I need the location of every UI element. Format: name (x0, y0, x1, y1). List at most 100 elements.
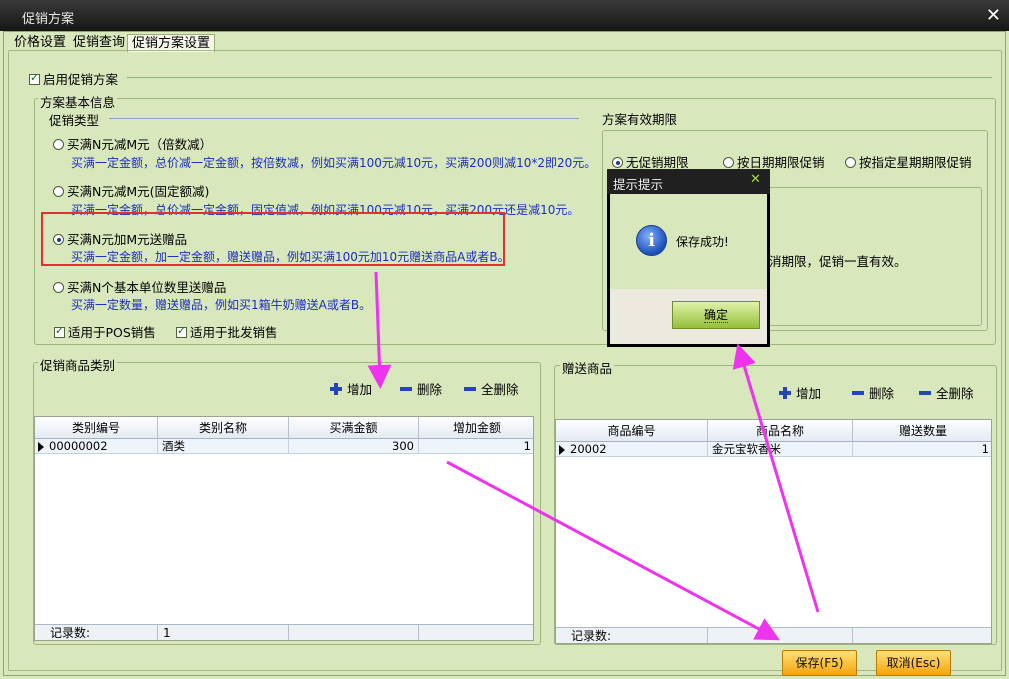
validity-option-week[interactable]: 按指定星期期限促销 (845, 152, 972, 171)
footer-cell (708, 628, 853, 643)
grid-footer: 记录数: (556, 627, 991, 643)
checkbox-checked-icon[interactable] (176, 324, 187, 338)
category-panel-title: 促销商品类别 (38, 355, 118, 374)
button-label: 全删除 (936, 386, 974, 401)
record-count-value: 1 (158, 625, 289, 640)
apply-pos-label: 适用于POS销售 (68, 325, 156, 340)
radio-icon[interactable] (53, 139, 64, 150)
dialog-title: 提示提示 (613, 177, 664, 192)
record-count-label: 记录数: (45, 625, 158, 640)
plus-icon (779, 386, 791, 399)
title-bar[interactable]: 促销方案 ✕ (0, 0, 1009, 31)
cell-name[interactable]: 金元宝软香米 (708, 442, 853, 457)
gift-delete-all-button[interactable]: 全删除 (919, 383, 974, 402)
radio-selected-icon[interactable] (612, 157, 623, 168)
dialog-title-bar[interactable]: 提示提示 ✕ (607, 169, 770, 194)
dialog-close-icon[interactable]: ✕ (750, 172, 761, 187)
enable-promo-label: 启用促销方案 (43, 72, 119, 87)
grid-header: 商品编号 商品名称 赠送数量 (556, 420, 991, 442)
record-count-label: 记录数: (566, 628, 708, 643)
radio-icon[interactable] (723, 157, 734, 168)
client-area: 价格设置 促销查询 促销方案设置 启用促销方案 方案基本信息 促销类型 买满N元… (3, 31, 1006, 676)
table-row[interactable]: 00000002 酒类 300 1 (35, 439, 533, 454)
minus-icon (464, 386, 476, 391)
button-label: 删除 (417, 382, 443, 397)
dialog-footer: 确定 (610, 289, 767, 344)
minus-icon (852, 390, 864, 395)
category-delete-all-button[interactable]: 全删除 (464, 379, 519, 398)
cancel-button[interactable]: 取消(Esc) (876, 650, 951, 676)
enable-promo-checkbox[interactable]: 启用促销方案 (29, 69, 118, 88)
column-header[interactable]: 类别编号 (35, 417, 158, 439)
promo-option-label: 买满N元减M元（倍数减） (67, 137, 213, 152)
close-icon[interactable]: ✕ (986, 5, 1001, 26)
cell-code[interactable]: 00000002 (45, 439, 158, 454)
promo-option-desc: 买满一定金额，总价减一定金额，按倍数减，例如买满100元减10元，买满200则减… (71, 156, 597, 170)
gift-delete-button[interactable]: 删除 (852, 383, 894, 402)
promo-option-fixed-reduce[interactable]: 买满N元减M元(固定额减) (53, 181, 209, 200)
validity-title: 方案有效期限 (602, 112, 678, 127)
promo-option-label: 买满N个基本单位数里送赠品 (67, 280, 227, 295)
gift-grid[interactable]: 商品编号 商品名称 赠送数量 20002 金元宝软香米 1 记录数: (555, 419, 992, 644)
promo-option-desc: 买满一定金额，总价减一定金额，固定值减，例如买满100元减10元，买满200元还… (71, 203, 580, 217)
column-header[interactable]: 商品名称 (708, 420, 853, 442)
promo-option-multiple-reduce[interactable]: 买满N元减M元（倍数减） (53, 134, 212, 153)
radio-icon[interactable] (53, 186, 64, 197)
apply-pos-checkbox[interactable]: 适用于POS销售 (54, 322, 156, 341)
info-icon: i (636, 225, 667, 256)
checkbox-checked-icon[interactable] (54, 324, 65, 338)
category-delete-button[interactable]: 删除 (400, 379, 442, 398)
info-dialog: 提示提示 ✕ i 保存成功! 确定 (607, 169, 770, 347)
table-row[interactable]: 20002 金元宝软香米 1 (556, 442, 991, 457)
promo-option-desc: 买满一定金额，加一定金额，赠送赠品，例如买满100元加10元赠送商品A或者B。 (71, 250, 510, 264)
button-label: 全删除 (481, 382, 519, 397)
column-header[interactable]: 赠送数量 (853, 420, 991, 442)
save-button[interactable]: 保存(F5) (782, 650, 857, 676)
basic-info-title: 方案基本信息 (38, 92, 118, 111)
cell-add-amount[interactable]: 1 (419, 439, 533, 454)
minus-icon (400, 386, 412, 391)
category-grid[interactable]: 类别编号 类别名称 买满金额 增加金额 00000002 酒类 300 1 记录… (34, 416, 534, 641)
ok-button-label: 确定 (703, 308, 728, 323)
validity-note: 消期限，促销一直有效。 (769, 254, 907, 269)
cell-code[interactable]: 20002 (566, 442, 708, 457)
apply-wholesale-label: 适用于批发销售 (190, 325, 278, 340)
divider (127, 77, 992, 78)
promo-option-desc: 买满一定数量，赠送赠品，例如买1箱牛奶赠送A或者B。 (71, 298, 372, 312)
grid-header: 类别编号 类别名称 买满金额 增加金额 (35, 417, 533, 439)
footer-cell (289, 625, 419, 640)
row-indicator-icon (38, 442, 44, 452)
validity-option-label: 按指定星期期限促销 (859, 155, 972, 170)
column-header[interactable]: 买满金额 (289, 417, 419, 439)
window-title: 促销方案 (22, 12, 75, 27)
dialog-body: i 保存成功! (610, 194, 767, 289)
cell-amount[interactable]: 300 (289, 439, 419, 454)
column-header[interactable]: 商品编号 (556, 420, 708, 442)
column-header[interactable]: 类别名称 (158, 417, 289, 439)
radio-selected-icon[interactable] (53, 234, 64, 245)
dialog-message: 保存成功! (676, 235, 729, 249)
minus-icon (919, 390, 931, 395)
column-header[interactable]: 增加金额 (419, 417, 533, 439)
cell-qty[interactable]: 1 (853, 442, 991, 457)
button-label: 删除 (869, 386, 895, 401)
radio-icon[interactable] (53, 282, 64, 293)
promo-option-add-gift[interactable]: 买满N元加M元送赠品 (53, 229, 187, 248)
gift-add-button[interactable]: 增加 (779, 383, 821, 402)
cell-name[interactable]: 酒类 (158, 439, 289, 454)
ok-button[interactable]: 确定 (672, 301, 760, 329)
tab-content: 启用促销方案 方案基本信息 促销类型 买满N元减M元（倍数减） 买满一定金额，总… (8, 50, 1002, 676)
grid-footer: 记录数: 1 (35, 624, 533, 640)
promotion-window: 促销方案 ✕ 价格设置 促销查询 促销方案设置 启用促销方案 方案基本信息 促销… (0, 0, 1009, 679)
radio-icon[interactable] (845, 157, 856, 168)
divider (109, 118, 579, 119)
promo-option-label: 买满N元减M元(固定额减) (67, 184, 210, 199)
button-label: 增加 (347, 382, 373, 397)
checkbox-checked-icon[interactable] (29, 71, 40, 85)
promo-type-title: 促销类型 (49, 113, 100, 128)
promo-option-quantity-gift[interactable]: 买满N个基本单位数里送赠品 (53, 277, 226, 296)
category-add-button[interactable]: 增加 (330, 379, 372, 398)
row-indicator-icon (559, 445, 565, 455)
validity-option-label: 按日期期限促销 (737, 155, 825, 170)
apply-wholesale-checkbox[interactable]: 适用于批发销售 (176, 322, 278, 341)
